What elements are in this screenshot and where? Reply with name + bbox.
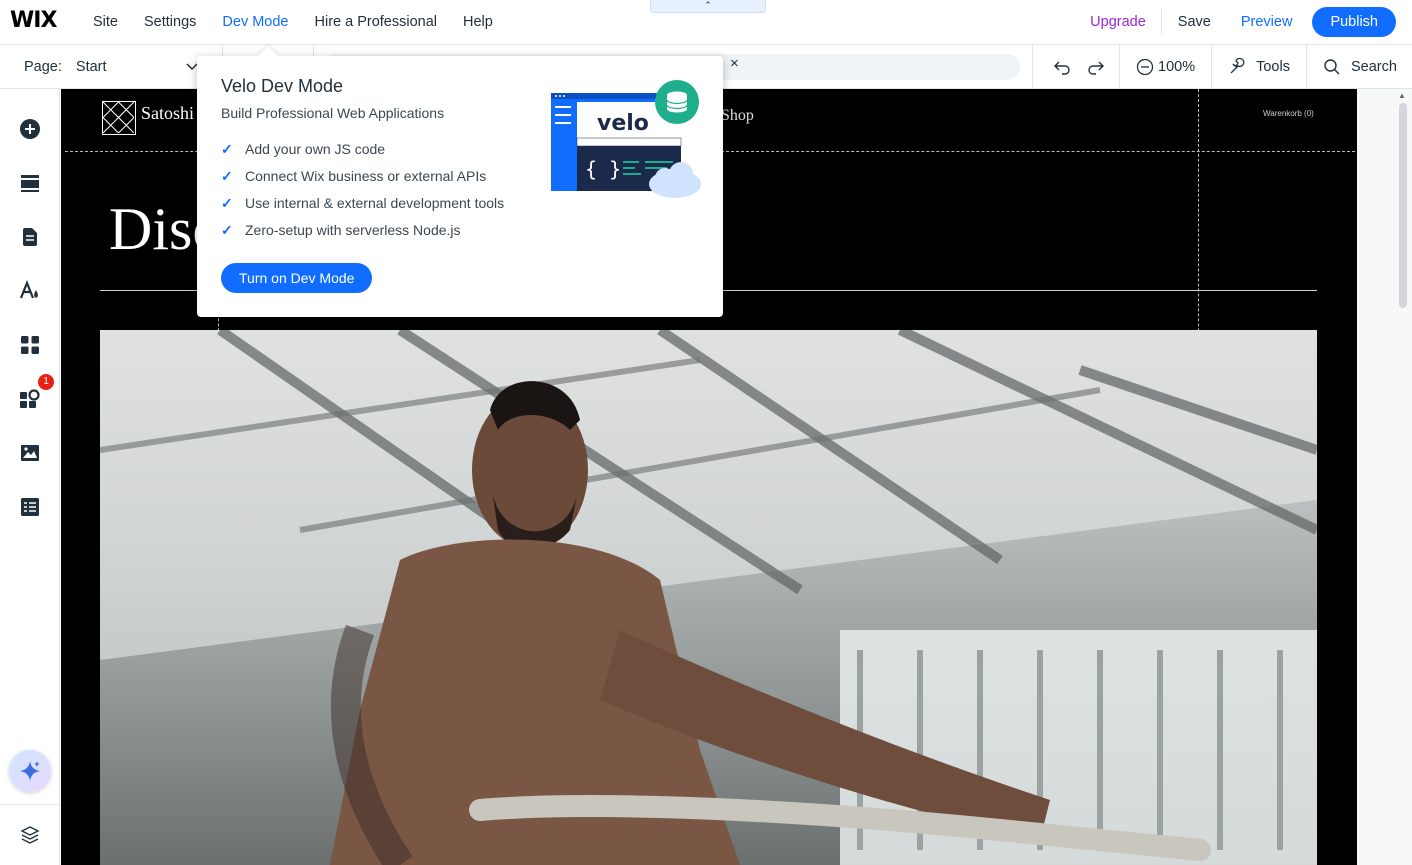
tools-button[interactable]: Tools <box>1211 45 1306 89</box>
notification-badge: 1 <box>38 374 54 390</box>
publish-button[interactable]: Publish <box>1312 7 1396 37</box>
list-item: ✓ Use internal & external development too… <box>221 195 504 222</box>
scroll-up-icon[interactable]: ▲ <box>1398 91 1406 100</box>
close-icon[interactable]: × <box>730 55 739 72</box>
search-icon <box>1324 59 1340 75</box>
tools-icon <box>1230 58 1245 74</box>
search-button[interactable]: Search <box>1305 45 1412 89</box>
list-item: ✓ Connect Wix business or external APIs <box>221 168 504 195</box>
menu-site[interactable]: Site <box>80 14 131 30</box>
zoom-out-icon[interactable] <box>1136 58 1154 76</box>
checkmark-icon: ✓ <box>221 222 233 238</box>
top-actions: Upgrade Save Preview Publish <box>1090 0 1396 44</box>
checkmark-icon: ✓ <box>221 168 233 184</box>
layers-icon[interactable] <box>18 823 42 847</box>
checkmark-icon: ✓ <box>221 195 233 211</box>
undo-icon[interactable] <box>1053 57 1073 77</box>
gym-photo <box>100 330 1317 865</box>
collapse-topbar-tab[interactable]: ⌃ <box>650 0 766 13</box>
popup-title: Velo Dev Mode <box>221 76 344 96</box>
add-elements-icon[interactable] <box>18 117 42 141</box>
code-braces: { } <box>585 157 621 181</box>
site-nav-shop[interactable]: Shop <box>721 107 754 125</box>
velo-logo: velo <box>597 111 649 136</box>
sparkle-icon <box>20 761 40 781</box>
apps-grid-icon[interactable] <box>18 333 42 357</box>
tools-label: Tools <box>1256 59 1290 75</box>
wix-logo[interactable]: WIX <box>10 8 57 33</box>
menu-help[interactable]: Help <box>450 14 506 30</box>
site-logo[interactable] <box>102 101 136 135</box>
top-bar: WIX Site Settings Dev Mode Hire a Profes… <box>0 0 1412 45</box>
popup-subtitle: Build Professional Web Applications <box>221 105 445 121</box>
search-label: Search <box>1350 59 1397 75</box>
checkmark-icon: ✓ <box>221 141 233 157</box>
velo-dev-mode-popup: Velo Dev Mode Build Professional Web App… <box>197 56 723 317</box>
save-button[interactable]: Save <box>1162 14 1227 30</box>
zoom-level: 100% <box>1158 59 1196 75</box>
undo-redo-group <box>1033 45 1119 89</box>
canvas-scrollbar[interactable]: ▲ <box>1357 89 1412 865</box>
list-item: ✓ Add your own JS code <box>221 141 504 168</box>
upgrade-link[interactable]: Upgrade <box>1090 9 1162 35</box>
zoom-control[interactable]: 100% <box>1119 45 1211 89</box>
redo-icon[interactable] <box>1085 57 1105 77</box>
menu-dev-mode[interactable]: Dev Mode <box>209 14 301 30</box>
preview-button[interactable]: Preview <box>1227 14 1307 30</box>
ai-assistant-button[interactable] <box>9 750 51 792</box>
page-selector[interactable]: Page: Start <box>24 45 198 89</box>
menu-hire-professional[interactable]: Hire a Professional <box>302 14 451 30</box>
feature-text: Use internal & external development tool… <box>245 195 505 211</box>
feature-text: Connect Wix business or external APIs <box>245 168 487 184</box>
scrollbar-thumb[interactable] <box>1399 103 1407 308</box>
velo-illustration: velo { } <box>551 80 701 198</box>
pages-icon[interactable] <box>18 225 42 249</box>
sidebar-divider <box>0 804 60 805</box>
feature-text: Add your own JS code <box>245 141 386 157</box>
business-apps-icon[interactable] <box>18 387 42 411</box>
feature-text: Zero-setup with serverless Node.js <box>245 222 461 238</box>
feature-list: ✓ Add your own JS code ✓ Connect Wix busin… <box>221 141 504 249</box>
list-item: ✓ Zero-setup with serverless Node.js <box>221 222 504 249</box>
cms-table-icon[interactable] <box>18 495 42 519</box>
theme-design-icon[interactable] <box>18 279 42 303</box>
hero-image[interactable] <box>100 330 1317 865</box>
menu-settings[interactable]: Settings <box>131 14 209 30</box>
site-cart[interactable]: Warenkorb (0) <box>1263 109 1314 118</box>
page-label: Page: <box>24 59 62 75</box>
main-menu: Site Settings Dev Mode Hire a Profession… <box>80 0 506 44</box>
toolbar-right: 100% Tools Search <box>1033 45 1412 89</box>
left-sidebar: 1 <box>0 89 60 865</box>
media-icon[interactable] <box>18 441 42 465</box>
page-value[interactable]: Start <box>76 59 186 75</box>
turn-on-dev-mode-button[interactable]: Turn on Dev Mode <box>221 263 373 293</box>
sections-icon[interactable] <box>18 171 42 195</box>
